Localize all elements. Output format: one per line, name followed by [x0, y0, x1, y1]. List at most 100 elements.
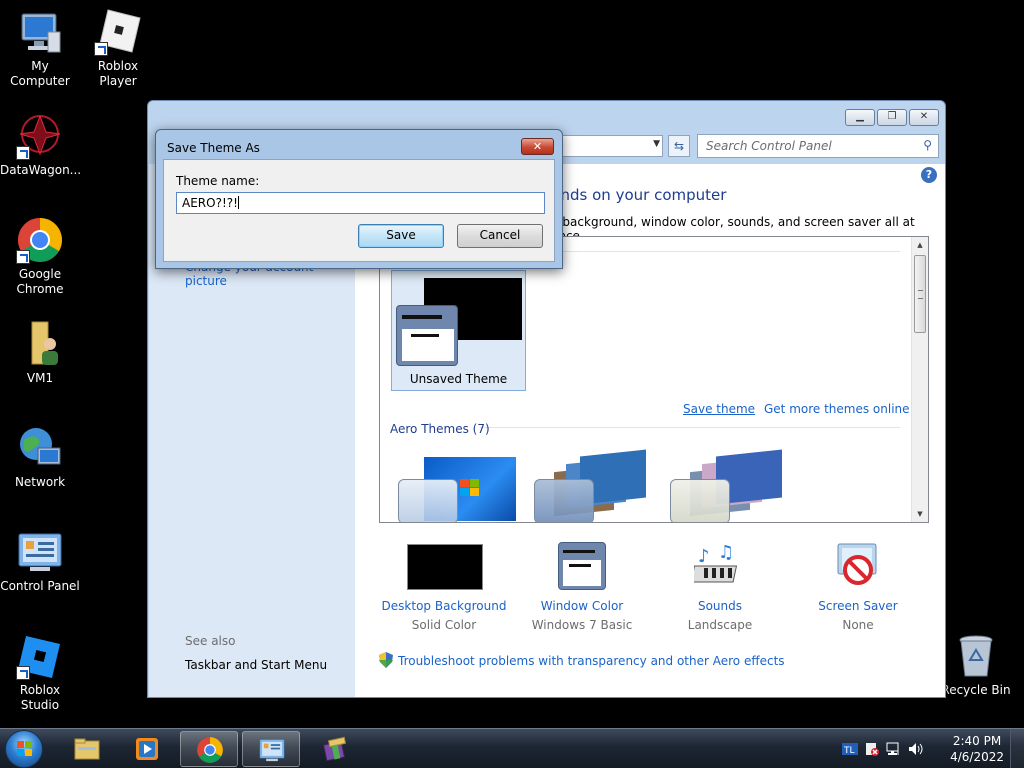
unsaved-theme-tile[interactable]: Unsaved Theme	[391, 270, 526, 391]
scroll-up-icon[interactable]: ▲	[912, 237, 928, 253]
desktop-icon-datawagon[interactable]: DataWagon...	[0, 112, 82, 178]
screen-saver-item[interactable]: Screen Saver None	[793, 540, 923, 632]
window-color-preview	[396, 305, 458, 366]
save-theme-link[interactable]: Save theme	[683, 402, 755, 416]
user-folder-icon	[16, 320, 64, 368]
control-panel-icon	[259, 739, 285, 762]
svg-text:♪: ♪	[698, 546, 710, 567]
sounds-item[interactable]: ♪ ♫ Sounds Landscape	[655, 540, 785, 632]
scroll-down-icon[interactable]: ▼	[912, 506, 928, 522]
close-window-button[interactable]: ✕	[909, 109, 939, 126]
system-tray: TL 2:40 PM 4/6/2022	[834, 729, 1024, 768]
desktop-icon-label: Google Chrome	[16, 267, 64, 296]
screen-saver-label[interactable]: Screen Saver	[793, 599, 923, 613]
media-player-icon	[136, 738, 158, 760]
theme-list-scrollbar[interactable]: ▲ ▼	[911, 237, 928, 522]
desktop-icon-label: DataWagon...	[0, 163, 82, 177]
aero-theme-architecture[interactable]	[530, 449, 652, 522]
roblox-studio-icon	[16, 632, 64, 680]
sounds-value: Landscape	[687, 618, 753, 632]
recycle-bin-icon	[952, 632, 1000, 680]
language-icon[interactable]: TL	[842, 741, 858, 757]
search-input[interactable]: Search Control Panel ⚲	[697, 134, 939, 158]
theme-name-input[interactable]: AERO?!?!	[176, 192, 545, 214]
divider	[480, 427, 900, 428]
taskbar-explorer[interactable]	[58, 731, 116, 767]
chrome-icon	[16, 216, 64, 264]
chevron-down-icon[interactable]: ▼	[653, 139, 660, 149]
desktop-icon-vm1[interactable]: VM1	[0, 320, 80, 386]
svg-text:TL: TL	[843, 746, 855, 756]
address-bar[interactable]: ▼	[558, 135, 663, 157]
aero-themes-heading: Aero Themes (7)	[390, 422, 490, 436]
aero-theme-characters[interactable]	[666, 449, 788, 522]
computer-icon	[16, 8, 64, 56]
shortcut-arrow-icon	[16, 146, 30, 160]
desktop-icon-roblox-player[interactable]: Roblox Player	[78, 8, 158, 89]
taskbar-control-panel[interactable]	[242, 731, 300, 767]
shortcut-arrow-icon	[94, 42, 108, 56]
roblox-player-icon	[94, 8, 142, 56]
taskbar-chrome[interactable]	[180, 731, 238, 767]
network-tray-icon[interactable]	[886, 741, 902, 757]
clock[interactable]: 2:40 PM 4/6/2022	[950, 733, 1004, 765]
page-title: unds on your computer	[551, 186, 727, 204]
theme-list[interactable]: Unsaved Theme Save theme Get more themes…	[379, 236, 929, 523]
folder-icon	[74, 738, 100, 760]
window-caption-buttons: ▁ ❐ ✕	[845, 109, 939, 126]
desktop-background-item[interactable]: Desktop Background Solid Color	[379, 540, 509, 632]
action-center-icon[interactable]	[864, 741, 880, 757]
desktop-background-label[interactable]: Desktop Background	[379, 599, 509, 613]
svg-text:♫: ♫	[718, 542, 734, 563]
archive-icon	[322, 736, 347, 762]
troubleshoot-aero-link[interactable]: Troubleshoot problems with transparency …	[379, 652, 785, 668]
desktop-background-icon	[379, 540, 509, 592]
taskbar-media-player[interactable]	[118, 731, 176, 767]
desktop-icon-label: VM1	[26, 371, 54, 385]
window-color-value: Windows 7 Basic	[531, 618, 633, 632]
sounds-label[interactable]: Sounds	[655, 599, 785, 613]
desktop-icon-network[interactable]: Network	[0, 424, 80, 490]
desktop-icon-label: Roblox Player	[97, 59, 139, 88]
network-icon	[16, 424, 64, 472]
desktop-icon-label: Network	[14, 475, 66, 489]
text-caret	[237, 196, 239, 209]
cancel-button[interactable]: Cancel	[457, 224, 543, 248]
show-desktop-button[interactable]	[1010, 729, 1024, 768]
help-icon[interactable]: ?	[921, 167, 937, 183]
taskbar-archive-app[interactable]	[306, 731, 364, 767]
taskbar-start-menu-link[interactable]: Taskbar and Start Menu	[185, 658, 327, 672]
refresh-icon[interactable]: ⇆	[668, 135, 690, 157]
screen-saver-value: None	[842, 618, 874, 632]
windows-logo-icon	[460, 479, 480, 497]
maximize-button[interactable]: ❐	[877, 109, 907, 126]
window-color-icon	[517, 540, 647, 592]
desktop-icon-my-computer[interactable]: My Computer	[0, 8, 80, 89]
desktop-icon-google-chrome[interactable]: Google Chrome	[0, 216, 80, 297]
clock-time: 2:40 PM	[952, 734, 1002, 748]
desktop-background-value: Solid Color	[411, 618, 477, 632]
datawagon-icon	[16, 112, 64, 160]
theme-name-value: AERO?!?!	[182, 196, 238, 210]
search-placeholder: Search Control Panel	[706, 139, 832, 153]
theme-name-label: Theme name:	[176, 174, 260, 188]
save-button[interactable]: Save	[358, 224, 444, 248]
volume-icon[interactable]	[908, 741, 924, 757]
theme-settings-row: Desktop Background Solid Color Window Co…	[379, 540, 929, 640]
search-icon[interactable]: ⚲	[923, 138, 932, 152]
window-color-label[interactable]: Window Color	[517, 599, 647, 613]
control-panel-icon	[16, 528, 64, 576]
clock-date: 4/6/2022	[950, 750, 1004, 764]
start-button[interactable]	[5, 730, 43, 768]
desktop-icon-control-panel[interactable]: Control Panel	[0, 528, 80, 594]
desktop-icon-recycle-bin[interactable]: Recycle Bin	[936, 632, 1016, 698]
get-more-themes-link[interactable]: Get more themes online	[764, 402, 910, 416]
troubleshoot-label: Troubleshoot problems with transparency …	[398, 654, 785, 668]
desktop-icon-label: My Computer	[10, 59, 70, 88]
minimize-button[interactable]: ▁	[845, 109, 875, 126]
dialog-close-button[interactable]: ✕	[521, 138, 554, 155]
desktop-icon-roblox-studio[interactable]: Roblox Studio	[0, 632, 80, 713]
scroll-thumb[interactable]	[914, 255, 926, 333]
window-color-item[interactable]: Window Color Windows 7 Basic	[517, 540, 647, 632]
aero-theme-windows7[interactable]	[394, 449, 516, 522]
